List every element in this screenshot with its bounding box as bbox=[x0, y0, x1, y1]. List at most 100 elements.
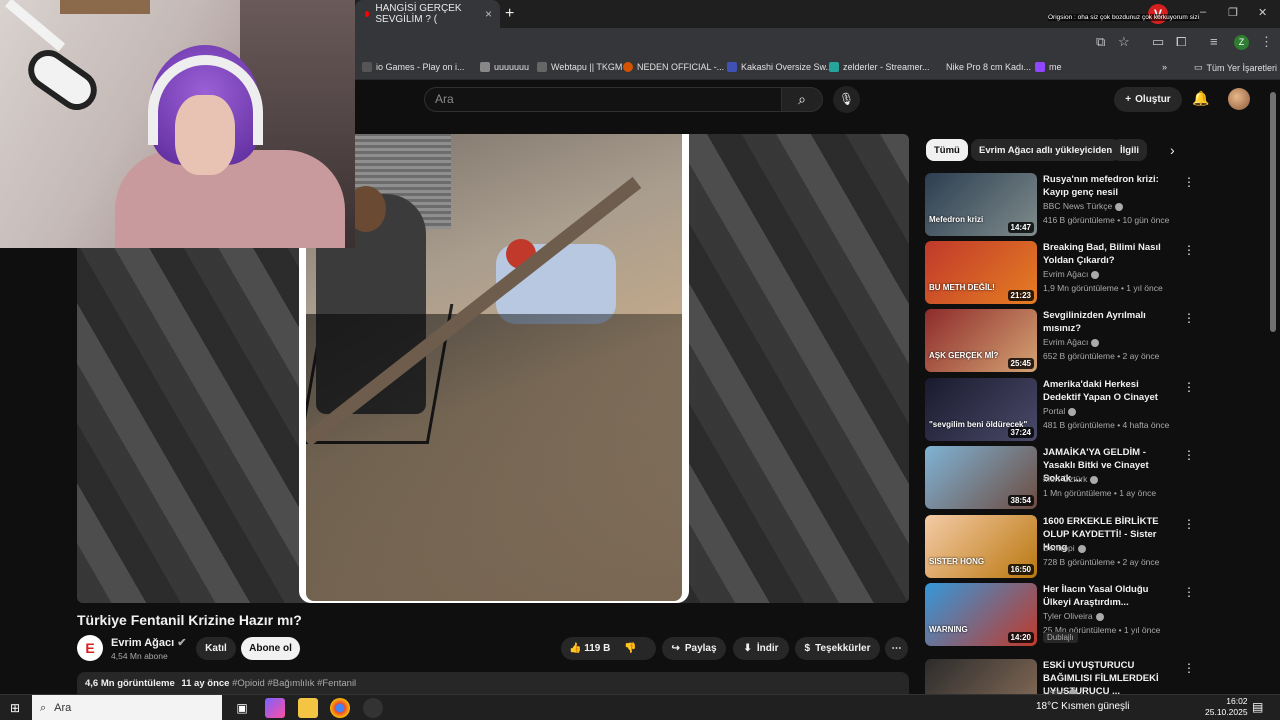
thumbs-up-icon: 👍 bbox=[569, 643, 582, 654]
recommendation-item[interactable]: AŞK GERÇEK Mİ? 25:45 Sevgilinizden Ayrılma… bbox=[925, 309, 1195, 373]
chip-from-uploader[interactable]: Evrim Ağacı adlı yükleyiciden bbox=[971, 139, 1121, 161]
obs-icon[interactable] bbox=[363, 698, 383, 718]
thumbnail-text: SISTER HONG bbox=[929, 557, 985, 566]
recommendation-title[interactable]: Amerika'daki Herkesi Dedektif Yapan O Ci… bbox=[1043, 378, 1178, 404]
video-thumbnail[interactable]: WARNING 14:20 bbox=[925, 583, 1037, 646]
recommendation-channel[interactable]: Evrim Ağacı bbox=[1043, 269, 1100, 279]
minimize-icon[interactable]: – bbox=[1200, 6, 1206, 18]
recommendation-channel[interactable]: BBC News Türkçe bbox=[1043, 201, 1124, 211]
bookmark-favicon-icon bbox=[727, 62, 737, 72]
system-clock[interactable]: 16:02 25.10.2025 bbox=[1205, 696, 1248, 718]
dubbed-badge: Dublajlı bbox=[1043, 632, 1078, 643]
search-icon: ⌕ bbox=[40, 701, 47, 714]
chip-all[interactable]: Tümü bbox=[926, 139, 968, 161]
bookmarks-overflow-icon[interactable]: » bbox=[1162, 62, 1167, 72]
subscribe-button[interactable]: Abone ol bbox=[241, 637, 300, 660]
recommendation-channel[interactable]: Evrim Ağacı bbox=[1043, 337, 1100, 347]
recommendation-channel[interactable]: Mert Öztürk bbox=[1043, 474, 1099, 484]
view-count: 4,6 Mn görüntüleme bbox=[85, 678, 175, 689]
chevron-right-icon[interactable]: › bbox=[1170, 142, 1175, 158]
recommendation-title[interactable]: Rusya'nın mefedron krizi: Kayıp genç nes… bbox=[1043, 173, 1178, 199]
like-button[interactable]: 👍 119 B bbox=[569, 643, 610, 654]
channel-avatar[interactable]: E bbox=[77, 635, 103, 661]
chip-related[interactable]: İlgili bbox=[1112, 139, 1147, 161]
hashtags[interactable]: #Opioid #Bağımlılık #Fentanil bbox=[232, 678, 356, 689]
recommendation-channel[interactable]: Bentropi bbox=[1043, 543, 1086, 553]
windows-start-icon[interactable]: ⊞ bbox=[10, 701, 20, 715]
more-actions-button[interactable]: ⋯ bbox=[885, 637, 908, 660]
close-window-icon[interactable]: ✕ bbox=[1258, 6, 1267, 19]
join-button[interactable]: Katıl bbox=[196, 637, 236, 660]
dislike-button[interactable]: 👎 bbox=[624, 643, 636, 654]
user-avatar[interactable] bbox=[1228, 88, 1250, 110]
notifications-bell-icon[interactable]: 🔔 bbox=[1192, 90, 1209, 107]
description-box[interactable]: 4,6 Mn görüntüleme 11 ay önce #Opioid #B… bbox=[77, 672, 909, 694]
bookmark-item[interactable]: Webtapu || TKGM bbox=[537, 62, 622, 72]
restore-icon[interactable]: ❐ bbox=[1228, 6, 1238, 19]
recommendation-item[interactable]: SISTER HONG 16:50 1600 ERKEKLE BİRLİKTE OL… bbox=[925, 515, 1195, 579]
bookmark-item[interactable]: Nike Pro 8 cm Kadı... bbox=[946, 62, 1031, 72]
recommendation-item[interactable]: 38:54 JAMAİKA'YA GELDİM - Yasaklı Bitki v… bbox=[925, 446, 1195, 510]
recommendation-title[interactable]: Sevgilinizden Ayrılmalı mısınız? bbox=[1043, 309, 1178, 335]
extensions-icon[interactable]: ⧠ bbox=[1176, 34, 1186, 50]
copilot-icon[interactable] bbox=[265, 698, 285, 718]
recommendation-item[interactable]: Mefedron krizi 14:47 Rusya'nın mefedron kr… bbox=[925, 173, 1195, 237]
more-options-icon[interactable]: ⋮ bbox=[1183, 175, 1195, 189]
bookmark-item[interactable]: Kakashi Oversize Sw... bbox=[727, 62, 833, 72]
more-options-icon[interactable]: ⋮ bbox=[1183, 448, 1195, 462]
bookmark-star-icon[interactable]: ☆ bbox=[1118, 34, 1130, 50]
create-button[interactable]: + Oluştur bbox=[1114, 87, 1182, 112]
menu-kebab-icon[interactable]: ⋮ bbox=[1260, 34, 1273, 50]
download-button[interactable]: ⬇ İndir bbox=[733, 637, 789, 660]
more-options-icon[interactable]: ⋮ bbox=[1183, 380, 1195, 394]
task-view-icon[interactable]: ▣ bbox=[232, 698, 252, 718]
new-tab-button[interactable]: + bbox=[505, 5, 514, 23]
more-options-icon[interactable]: ⋮ bbox=[1183, 585, 1195, 599]
bookmark-item[interactable]: io Games - Play on i... bbox=[362, 62, 465, 72]
more-options-icon[interactable]: ⋮ bbox=[1183, 517, 1195, 531]
video-thumbnail[interactable]: AŞK GERÇEK Mİ? 25:45 bbox=[925, 309, 1037, 372]
video-thumbnail[interactable]: Mefedron krizi 14:47 bbox=[925, 173, 1037, 236]
bookmark-item[interactable]: me bbox=[1035, 62, 1062, 72]
channel-name[interactable]: Evrim Ağacı ✔ bbox=[111, 636, 186, 649]
chrome-icon[interactable] bbox=[330, 698, 350, 718]
install-app-icon[interactable]: ⧉ bbox=[1096, 34, 1105, 50]
thanks-button[interactable]: $ Teşekkürler bbox=[795, 637, 880, 660]
tab-close-icon[interactable]: × bbox=[485, 7, 492, 21]
recommendation-channel[interactable]: Portal bbox=[1043, 406, 1077, 416]
profile-avatar[interactable]: Z bbox=[1234, 35, 1249, 50]
weather-widget[interactable]: 18°C Kısmen güneşli bbox=[1036, 701, 1130, 712]
notification-icon[interactable]: ▤ bbox=[1252, 700, 1263, 714]
search-button[interactable]: ⌕ bbox=[781, 87, 823, 112]
voice-search-button[interactable]: 🎙 bbox=[833, 86, 860, 113]
file-explorer-icon[interactable] bbox=[298, 698, 318, 718]
more-options-icon[interactable]: ⋮ bbox=[1183, 661, 1195, 675]
recommendation-title[interactable]: Breaking Bad, Bilimi Nasıl Yoldan Çıkard… bbox=[1043, 241, 1178, 267]
reading-list-icon[interactable]: ≡ bbox=[1210, 34, 1218, 49]
recommendation-item[interactable]: WARNING 14:20 Her İlacın Yasal Olduğu Ülke… bbox=[925, 583, 1195, 647]
bookmark-item[interactable]: zelderler - Streamer... bbox=[829, 62, 930, 72]
recommendation-meta: 1,9 Mn görüntüleme • 1 yıl önce bbox=[1043, 283, 1163, 293]
recommendation-channel[interactable]: Tyler Oliveira bbox=[1043, 611, 1104, 621]
more-options-icon[interactable]: ⋮ bbox=[1183, 311, 1195, 325]
video-thumbnail[interactable]: "sevgilim beni öldürecek" 37:24 bbox=[925, 378, 1037, 441]
recommendation-item[interactable]: "sevgilim beni öldürecek" 37:24 Amerika'da… bbox=[925, 378, 1195, 442]
video-thumbnail[interactable]: SISTER HONG 16:50 bbox=[925, 515, 1037, 578]
tab-search-icon[interactable]: ▭ bbox=[1152, 34, 1164, 50]
recommendation-title[interactable]: Her İlacın Yasal Olduğu Ülkeyi Araştırdı… bbox=[1043, 583, 1178, 609]
taskbar-search[interactable]: ⌕ Ara bbox=[32, 695, 222, 720]
video-thumbnail[interactable]: BU METH DEĞİL! 21:23 bbox=[925, 241, 1037, 304]
page-scrollbar[interactable] bbox=[1270, 92, 1276, 332]
video-thumbnail[interactable]: 38:54 bbox=[925, 446, 1037, 509]
bookmark-item[interactable]: uuuuuuu bbox=[480, 62, 529, 72]
video-duration: 14:20 bbox=[1007, 632, 1034, 643]
search-input[interactable]: Ara bbox=[424, 87, 782, 112]
more-options-icon[interactable]: ⋮ bbox=[1183, 243, 1195, 257]
recommendation-item[interactable]: BU METH DEĞİL! 21:23 Breaking Bad, Bilimi … bbox=[925, 241, 1195, 305]
all-bookmarks-folder[interactable]: ▭ Tüm Yer İşaretleri bbox=[1194, 62, 1277, 73]
active-tab[interactable]: HANGİSİ GERÇEK SEVGİLİM ? ( × bbox=[355, 0, 500, 28]
verified-icon bbox=[1115, 202, 1124, 211]
bookmark-item[interactable]: NEDEN OFFICIAL -... bbox=[623, 62, 724, 72]
download-icon: ⬇ bbox=[743, 643, 752, 654]
share-button[interactable]: ↪ Paylaş bbox=[662, 637, 726, 660]
